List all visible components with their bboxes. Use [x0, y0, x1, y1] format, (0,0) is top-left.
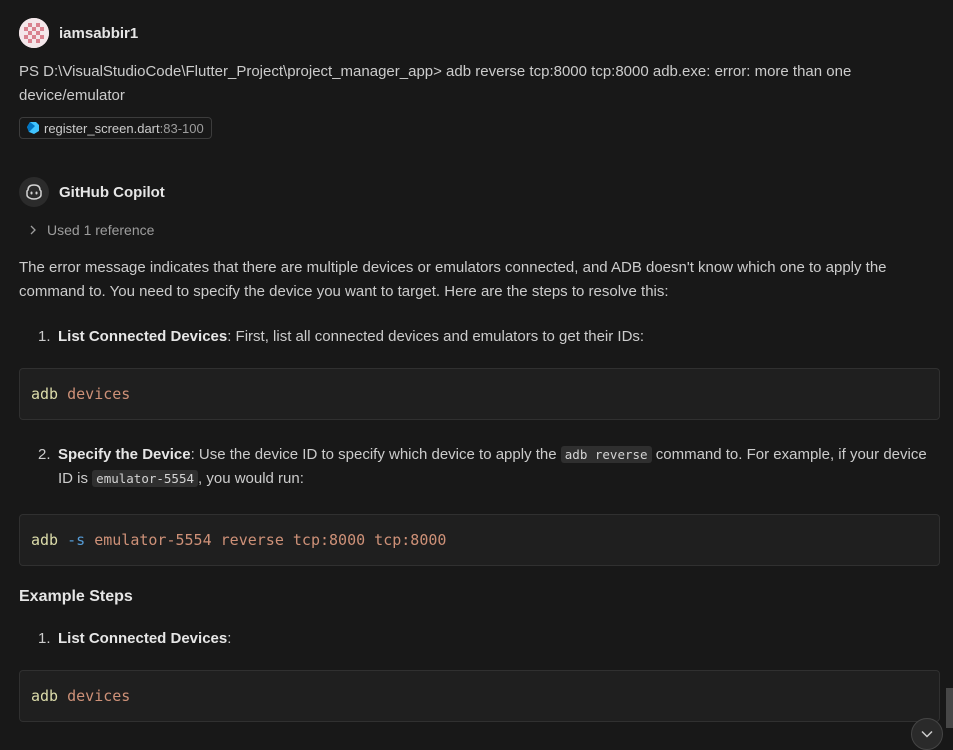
copilot-avatar [19, 177, 49, 207]
step-2-title: Specify the Device [58, 446, 191, 463]
file-range: :83-100 [159, 120, 204, 136]
step-2-number: 2. [38, 446, 51, 463]
chevron-right-icon [29, 225, 37, 235]
used-references-toggle[interactable]: Used 1 reference [29, 222, 154, 238]
step-1: 1. List Connected Devices: First, list a… [38, 325, 938, 349]
dart-icon [26, 121, 40, 135]
example-steps-heading: Example Steps [19, 588, 133, 605]
code-2-args: emulator-5554 reverse tcp:8000 tcp:8000 [94, 531, 447, 549]
inline-code-device-id: emulator-5554 [92, 470, 199, 487]
username: iamsabbir1 [59, 25, 139, 42]
copilot-name: GitHub Copilot [59, 184, 165, 201]
used-references-label: Used 1 reference [47, 222, 155, 238]
scroll-to-bottom-button[interactable] [911, 718, 943, 750]
example-step-1-number: 1. [38, 630, 51, 647]
user-message-text: PS D:\VisualStudioCode\Flutter_Project\p… [19, 63, 852, 104]
step-1-text: : First, list all connected devices and … [227, 328, 645, 345]
inline-code-adb-reverse: adb reverse [560, 446, 652, 463]
code-2-flag: -s [67, 531, 86, 549]
step-2: 2. Specify the Device: Use the device ID… [38, 443, 938, 491]
code-1-command: adb [31, 385, 59, 403]
code-2-command: adb [31, 531, 59, 549]
code-block-3[interactable]: adb devices [19, 670, 940, 722]
code-3-command: adb [31, 687, 59, 705]
response-intro: The error message indicates that there a… [19, 259, 887, 300]
example-step-1: 1. List Connected Devices: [38, 627, 938, 651]
file-name: register_screen.dart [44, 120, 160, 136]
code-1-args: devices [67, 385, 131, 403]
step-2-text-a: : Use the device ID to specify which dev… [190, 446, 561, 463]
code-block-2[interactable]: adb -s emulator-5554 reverse tcp:8000 tc… [19, 514, 940, 566]
step-2-text-c: , you would run: [198, 470, 304, 487]
code-block-1[interactable]: adb devices [19, 368, 940, 420]
example-step-1-text: : [227, 630, 232, 647]
user-avatar [19, 18, 49, 48]
code-3-args: devices [67, 687, 131, 705]
scrollbar-thumb[interactable] [946, 688, 953, 728]
step-1-number: 1. [38, 328, 51, 345]
step-1-title: List Connected Devices [58, 328, 228, 345]
copilot-icon [25, 184, 43, 200]
example-step-1-title: List Connected Devices [58, 630, 228, 647]
file-reference-chip[interactable]: register_screen.dart:83-100 [19, 117, 212, 139]
chevron-down-icon [921, 730, 933, 738]
